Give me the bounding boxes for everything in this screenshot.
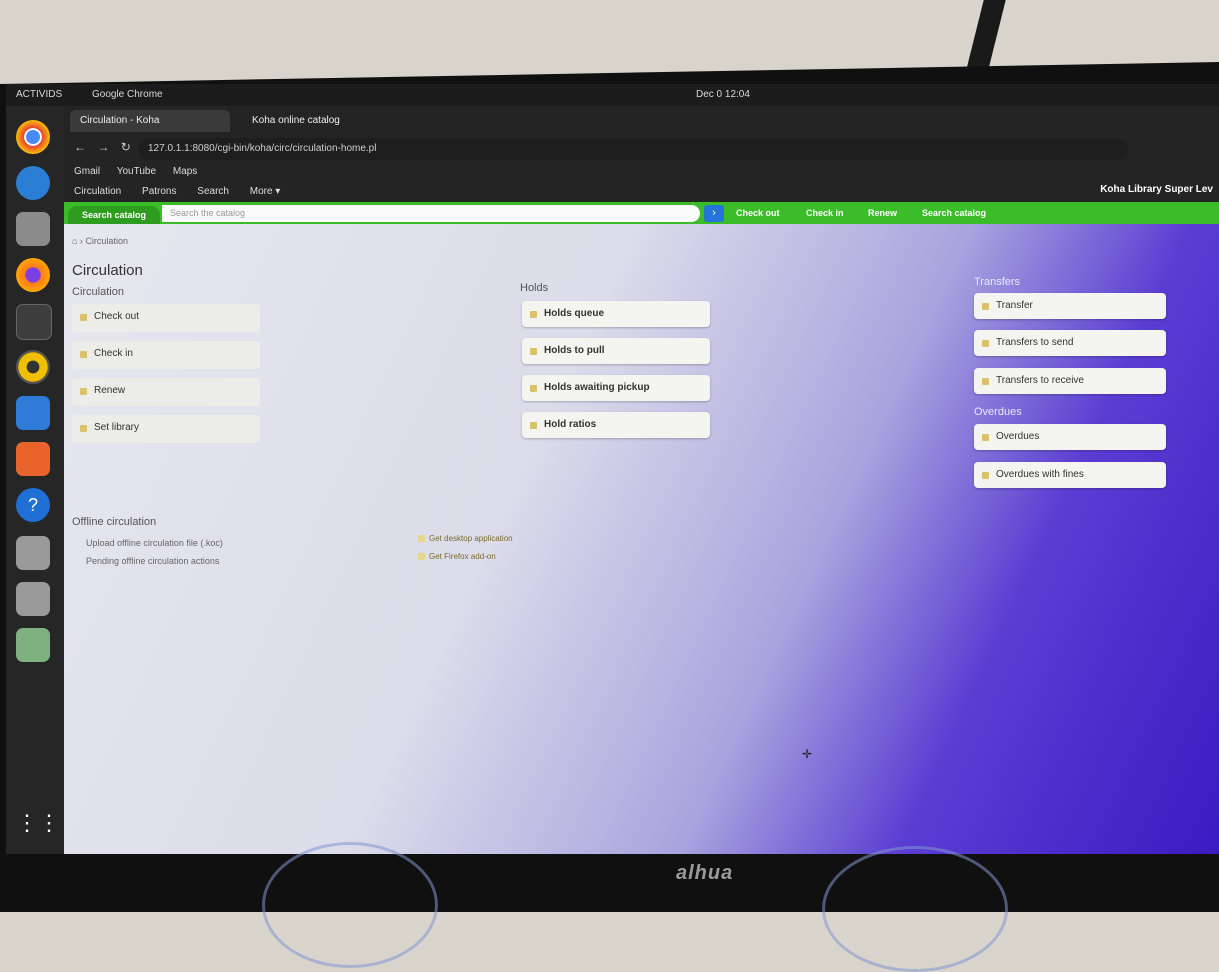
bookmarks-bar: Gmail YouTube Maps <box>74 166 211 177</box>
app-menu[interactable]: Google Chrome <box>92 89 163 100</box>
check-in-button[interactable]: Check in <box>72 341 260 369</box>
holds-heading: Holds <box>520 282 549 294</box>
tab-label: Circulation - Koha <box>80 115 160 126</box>
ubuntu-top-bar: ACTIVIDS Google Chrome Dec 0 12:04 <box>6 84 1219 106</box>
address-bar[interactable]: 127.0.1.1:8080/cgi-bin/koha/circ/circula… <box>138 138 1128 160</box>
firefox-icon[interactable] <box>16 258 50 292</box>
terminal-icon[interactable] <box>16 304 52 340</box>
search-catalog-tab[interactable]: Search catalog <box>68 206 160 224</box>
nav-buttons: ← → ↻ <box>74 140 131 154</box>
tab-label: Koha online catalog <box>252 115 340 126</box>
desktop-app-link[interactable]: Get desktop application <box>418 534 513 543</box>
quick-search-catalog[interactable]: Search catalog <box>922 208 986 218</box>
back-icon[interactable]: ← <box>74 140 86 154</box>
nav-circulation[interactable]: Circulation <box>74 186 121 197</box>
quick-check-out[interactable]: Check out <box>736 208 780 218</box>
transfers-to-receive-button[interactable]: Transfers to receive <box>974 368 1166 394</box>
quick-check-in[interactable]: Check in <box>806 208 844 218</box>
nav-search[interactable]: Search <box>197 186 229 197</box>
bookmark-gmail[interactable]: Gmail <box>74 166 100 177</box>
activities-button[interactable]: ACTIVIDS <box>16 89 62 100</box>
wall-cable <box>966 0 1006 70</box>
forward-icon[interactable]: → <box>97 140 109 154</box>
chrome-icon[interactable] <box>16 120 50 154</box>
app-grid-icon[interactable]: ⋮⋮ <box>16 806 60 840</box>
user-menu[interactable]: Koha Library Super Lev <box>1100 184 1213 195</box>
bookmark-maps[interactable]: Maps <box>173 166 197 177</box>
upload-offline-file-link[interactable]: Upload offline circulation file (.koc) <box>86 538 223 548</box>
holds-to-pull-button[interactable]: Holds to pull <box>522 338 710 364</box>
koha-page: Search catalog Search the catalog › Chec… <box>64 202 1219 854</box>
renew-button[interactable]: Renew <box>72 378 260 406</box>
trash-icon[interactable] <box>16 628 50 662</box>
set-library-button[interactable]: Set library <box>72 415 260 443</box>
firefox-addon-link[interactable]: Get Firefox add-on <box>418 552 496 561</box>
overdues-with-fines-button[interactable]: Overdues with fines <box>974 462 1166 488</box>
software-icon[interactable] <box>16 442 50 476</box>
nav-patrons[interactable]: Patrons <box>142 186 176 197</box>
tab-opac[interactable]: Koha online catalog <box>242 110 402 132</box>
search-submit-button[interactable]: › <box>704 205 724 222</box>
check-out-button[interactable]: Check out <box>72 304 260 332</box>
search-input[interactable]: Search the catalog <box>162 205 700 222</box>
dock: ? ⋮⋮ <box>6 106 64 854</box>
transfers-heading: Transfers <box>974 276 1021 288</box>
search-bar: Search catalog Search the catalog › Chec… <box>64 202 1219 224</box>
help-icon[interactable]: ? <box>16 488 50 522</box>
transfers-to-send-button[interactable]: Transfers to send <box>974 330 1166 356</box>
pending-offline-actions-link[interactable]: Pending offline circulation actions <box>86 556 219 566</box>
disk-icon[interactable] <box>16 536 50 570</box>
screen: ACTIVIDS Google Chrome Dec 0 12:04 ? ⋮⋮ … <box>6 84 1219 854</box>
mouse-cursor: ✛ <box>802 747 813 761</box>
offline-circulation-heading: Offline circulation <box>72 516 157 528</box>
files-icon[interactable] <box>16 212 50 246</box>
reload-icon[interactable]: ↻ <box>121 140 131 154</box>
tab-circulation[interactable]: Circulation - Koha <box>70 110 230 132</box>
page-title: Circulation <box>72 262 143 279</box>
writer-icon[interactable] <box>16 396 50 430</box>
transfer-button[interactable]: Transfer <box>974 293 1166 319</box>
rhythmbox-icon[interactable] <box>16 350 50 384</box>
clock[interactable]: Dec 0 12:04 <box>696 89 750 100</box>
circulation-heading: Circulation <box>72 286 124 298</box>
bookmark-youtube[interactable]: YouTube <box>117 166 156 177</box>
monitor-brand-logo: alhua <box>676 862 734 884</box>
holds-awaiting-pickup-button[interactable]: Holds awaiting pickup <box>522 375 710 401</box>
overdues-heading: Overdues <box>974 406 1022 418</box>
breadcrumb[interactable]: ⌂ › Circulation <box>72 236 128 246</box>
stamp-seal-right <box>822 846 1008 972</box>
hold-ratios-button[interactable]: Hold ratios <box>522 412 710 438</box>
nav-more[interactable]: More ▾ <box>250 186 281 197</box>
overdues-button[interactable]: Overdues <box>974 424 1166 450</box>
koha-nav: Circulation Patrons Search More ▾ <box>74 186 298 197</box>
thunderbird-icon[interactable] <box>16 166 50 200</box>
holds-queue-button[interactable]: Holds queue <box>522 301 710 327</box>
disk-icon-2[interactable] <box>16 582 50 616</box>
quick-renew[interactable]: Renew <box>868 208 897 218</box>
stamp-seal-left <box>262 842 438 968</box>
chrome-window: Circulation - Koha Koha online catalog ←… <box>64 106 1219 202</box>
